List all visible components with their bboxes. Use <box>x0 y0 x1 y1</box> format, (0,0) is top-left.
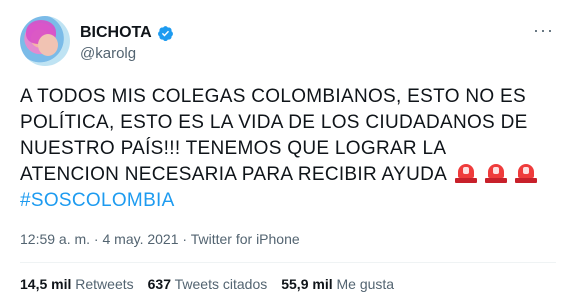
meta-separator: · <box>178 231 191 247</box>
likes-stat[interactable]: 55,9 mil Me gusta <box>281 276 394 292</box>
more-options-icon[interactable]: ··· <box>533 20 554 41</box>
tweet-timestamp: 12:59 a. m. · 4 may. 2021 · Twitter for … <box>20 231 300 247</box>
quotes-label: Tweets citados <box>174 276 268 292</box>
tweet-time[interactable]: 12:59 a. m. <box>20 231 90 247</box>
tweet-source[interactable]: Twitter for iPhone <box>191 231 300 247</box>
police-car-light-icon <box>455 163 478 183</box>
retweets-label: Retweets <box>75 276 134 292</box>
tweet-line-with-emoji: ATENCION NECESARIA PARA RECIBIR AYUDA <box>20 162 560 188</box>
likes-count: 55,9 mil <box>281 276 333 292</box>
author-name-row[interactable]: BICHOTA <box>80 24 174 42</box>
tweet-line: POLÍTICA, ESTO ES LA VIDA DE LOS CIUDADA… <box>20 112 528 133</box>
hashtag-link[interactable]: #SOSCOLOMBIA <box>20 190 175 211</box>
police-car-light-icon <box>485 163 508 183</box>
quotes-count: 637 <box>147 276 171 292</box>
quotes-stat[interactable]: 637 Tweets citados <box>148 276 268 292</box>
tweet-line: A TODOS MIS COLEGAS COLOMBIANOS, ESTO NO… <box>20 86 526 107</box>
likes-label: Me gusta <box>336 276 395 292</box>
tweet-line: ATENCION NECESARIA PARA RECIBIR AYUDA <box>20 164 448 185</box>
avatar[interactable] <box>20 16 70 66</box>
display-name[interactable]: BICHOTA <box>80 24 152 42</box>
retweets-count: 14,5 mil <box>20 276 72 292</box>
user-handle[interactable]: @karolg <box>80 45 136 62</box>
divider <box>20 262 556 263</box>
retweets-stat[interactable]: 14,5 mil Retweets <box>20 276 134 292</box>
tweet-date[interactable]: 4 may. 2021 <box>103 231 179 247</box>
tweet-text: A TODOS MIS COLEGAS COLOMBIANOS, ESTO NO… <box>20 84 560 214</box>
meta-separator: · <box>90 231 103 247</box>
police-car-light-icon <box>515 163 538 183</box>
verified-badge-icon <box>157 25 173 41</box>
tweet-line: NUESTRO PAÍS!!! TENEMOS QUE LOGRAR LA <box>20 138 447 159</box>
tweet-card: BICHOTA @karolg ··· A TODOS MIS COLEGAS … <box>0 0 576 292</box>
avatar-face <box>38 34 58 56</box>
tweet-stats: 14,5 mil Retweets 637 Tweets citados 55,… <box>20 276 394 292</box>
